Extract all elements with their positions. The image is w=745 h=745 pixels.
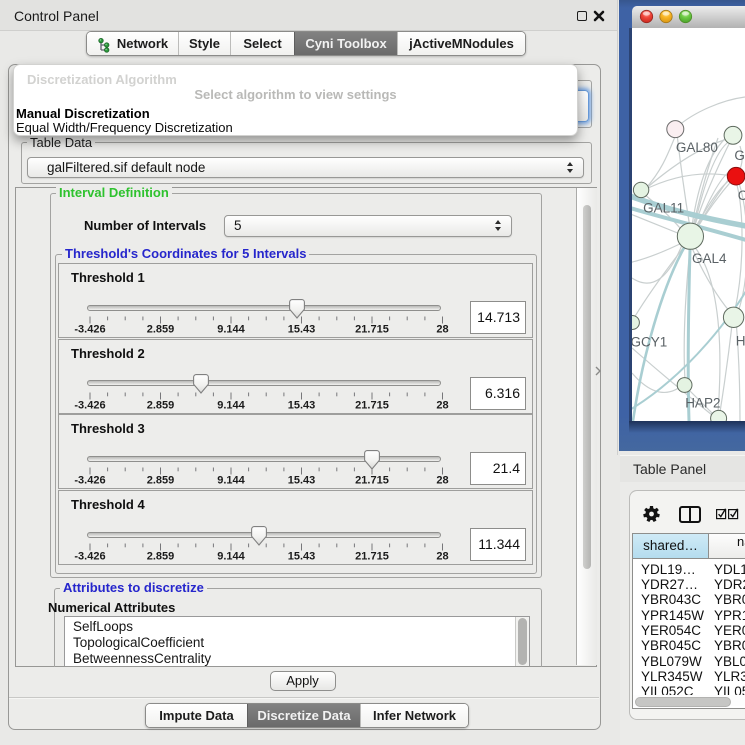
svg-text:2.859: 2.859: [147, 399, 175, 411]
svg-text:H: H: [736, 333, 745, 348]
svg-text:15.43: 15.43: [288, 399, 316, 411]
svg-text:21.715: 21.715: [355, 551, 389, 563]
svg-text:HAP2: HAP2: [685, 396, 720, 411]
svg-text:GAL11: GAL11: [643, 200, 684, 215]
svg-text:GAL80: GAL80: [676, 140, 718, 155]
svg-text:-3.426: -3.426: [74, 399, 105, 411]
svg-text:GCY1: GCY1: [632, 334, 667, 349]
svg-text:15.43: 15.43: [288, 324, 316, 336]
svg-text:21.715: 21.715: [355, 475, 389, 487]
svg-text:21.715: 21.715: [355, 399, 389, 411]
svg-text:9.144: 9.144: [217, 324, 245, 336]
svg-text:9.144: 9.144: [217, 475, 245, 487]
svg-text:2.859: 2.859: [147, 475, 175, 487]
svg-text:28: 28: [436, 324, 448, 336]
svg-text:28: 28: [436, 399, 448, 411]
svg-text:C: C: [738, 188, 745, 203]
svg-text:28: 28: [436, 551, 448, 563]
svg-text:-3.426: -3.426: [74, 324, 105, 336]
svg-text:9.144: 9.144: [217, 551, 245, 563]
svg-text:9.144: 9.144: [217, 399, 245, 411]
svg-text:-3.426: -3.426: [74, 475, 105, 487]
svg-text:15.43: 15.43: [288, 551, 316, 563]
svg-text:GAL4: GAL4: [692, 251, 727, 266]
svg-text:2.859: 2.859: [147, 324, 175, 336]
svg-text:GA: GA: [734, 148, 745, 163]
svg-text:28: 28: [436, 475, 448, 487]
svg-text:15.43: 15.43: [288, 475, 316, 487]
svg-text:2.859: 2.859: [147, 551, 175, 563]
svg-text:21.715: 21.715: [355, 324, 389, 336]
svg-text:-3.426: -3.426: [74, 551, 105, 563]
